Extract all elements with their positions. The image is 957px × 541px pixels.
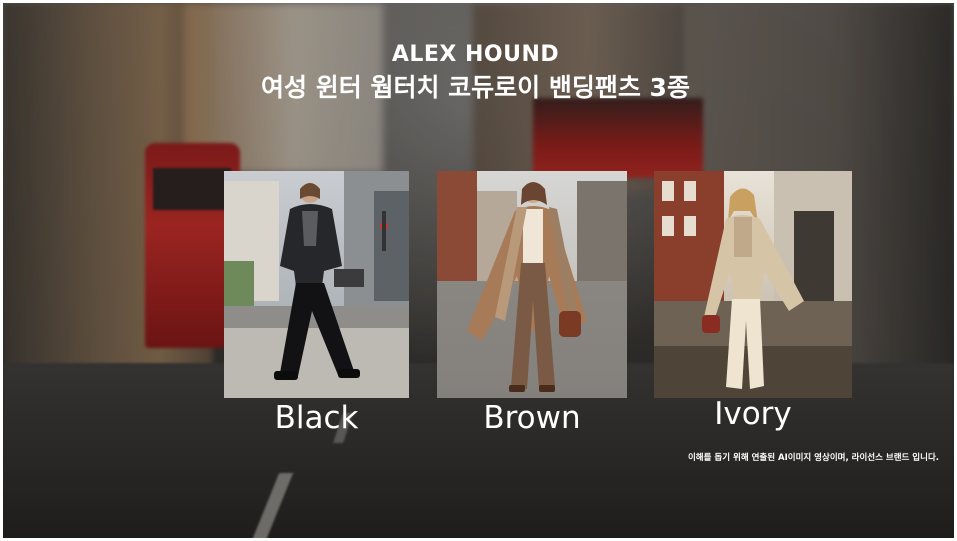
ai-image-disclaimer: 이해를 돕기 위해 연출된 AI이미지 영상이며, 라이선스 브랜드 입니다.: [687, 453, 939, 463]
model-black-image: [224, 171, 409, 398]
product-photo-black[interactable]: [224, 171, 409, 398]
page-title: 여성 윈터 웜터치 코듀로이 밴딩팬츠 3종: [261, 73, 690, 102]
color-label-black: Black: [274, 400, 359, 436]
model-ivory-image: [654, 171, 852, 398]
color-label-brown: Brown: [483, 400, 581, 436]
model-brown-image: [437, 171, 627, 398]
product-photo-ivory[interactable]: [654, 171, 852, 398]
color-label-ivory: Ivory: [714, 396, 792, 432]
product-photo-brown[interactable]: [437, 171, 627, 398]
brand-name: ALEX HOUND: [391, 42, 560, 67]
